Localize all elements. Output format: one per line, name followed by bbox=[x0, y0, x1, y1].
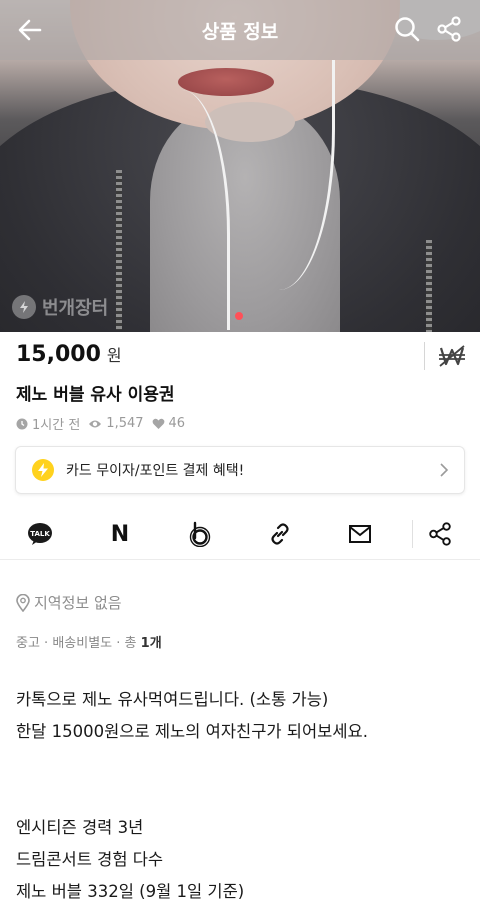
eye-icon bbox=[89, 420, 102, 427]
kakaotalk-icon[interactable]: TALK bbox=[26, 520, 54, 548]
description-line: 제노 버블 332일 (9월 1일 기준) bbox=[16, 882, 245, 901]
divider bbox=[412, 520, 413, 548]
zipper-left bbox=[116, 170, 122, 330]
share-bar: TALK N bbox=[0, 508, 480, 560]
top-bar: 상품 정보 bbox=[0, 0, 480, 60]
product-meta: 1시간 전 1,547 46 bbox=[16, 414, 185, 433]
clock-icon bbox=[16, 418, 28, 429]
description-line: 한달 15000원으로 제노의 여자친구가 되어보세요. bbox=[16, 722, 368, 741]
watermark: 번개장터 bbox=[12, 294, 108, 320]
price: 15,000 bbox=[16, 342, 101, 367]
band-icon[interactable] bbox=[186, 520, 214, 548]
likes-meta: 46 bbox=[152, 416, 186, 431]
product-title: 제노 버블 유사 이용권 bbox=[16, 385, 175, 405]
bunjang-pay-off-icon[interactable] bbox=[438, 344, 466, 368]
like-count: 46 bbox=[168, 416, 186, 431]
time-meta: 1시간 전 bbox=[16, 414, 80, 433]
currency: 원 bbox=[106, 346, 122, 365]
description-line: 엔시티즌 경력 3년 bbox=[16, 818, 144, 837]
count-prefix: 총 bbox=[124, 636, 137, 651]
product-tags: 중고 · 배송비별도 · 총 1개 bbox=[16, 636, 162, 651]
zipper-right bbox=[426, 240, 432, 332]
location-pin-icon bbox=[16, 593, 30, 612]
price-row: 15,000 원 bbox=[16, 342, 122, 367]
description-line: 드림콘서트 경험 다수 bbox=[16, 850, 164, 869]
chevron-right-icon bbox=[438, 462, 450, 478]
time-ago: 1시간 전 bbox=[32, 418, 81, 433]
heart-icon bbox=[152, 418, 164, 429]
link-icon[interactable] bbox=[266, 520, 294, 548]
product-description: 카톡으로 제노 유사먹여드립니다. (소통 가능) 한달 15000원으로 제노… bbox=[16, 684, 368, 903]
carousel-indicator bbox=[235, 312, 243, 320]
condition-tag: 중고 bbox=[16, 636, 40, 651]
location-text: 지역정보 없음 bbox=[34, 594, 122, 612]
lightning-icon bbox=[32, 459, 54, 481]
share-icon[interactable] bbox=[434, 14, 464, 44]
count-tag: 1개 bbox=[140, 636, 162, 651]
views-meta: 1,547 bbox=[88, 416, 144, 431]
divider bbox=[424, 342, 425, 370]
mail-icon[interactable] bbox=[346, 520, 374, 548]
shipping-tag: 배송비별도 bbox=[52, 636, 113, 651]
card-benefit-text: 카드 무이자/포인트 결제 혜택! bbox=[66, 463, 245, 479]
bunjang-logo-icon bbox=[12, 295, 36, 319]
view-count: 1,547 bbox=[106, 416, 144, 431]
back-arrow-icon[interactable] bbox=[14, 14, 46, 46]
description-line: 카톡으로 제노 유사먹여드립니다. (소통 가능) bbox=[16, 690, 329, 709]
location: 지역정보 없음 bbox=[16, 592, 122, 613]
description-line bbox=[16, 780, 368, 812]
card-benefit-banner[interactable]: 카드 무이자/포인트 결제 혜택! bbox=[15, 446, 465, 494]
description-line bbox=[16, 748, 368, 780]
share-icon[interactable] bbox=[426, 520, 454, 548]
naver-label: N bbox=[110, 521, 130, 547]
kakaotalk-label: TALK bbox=[30, 530, 50, 538]
search-icon[interactable] bbox=[392, 14, 422, 44]
page-title: 상품 정보 bbox=[201, 20, 279, 43]
watermark-text: 번개장터 bbox=[42, 298, 109, 319]
naver-icon[interactable]: N bbox=[106, 520, 134, 548]
